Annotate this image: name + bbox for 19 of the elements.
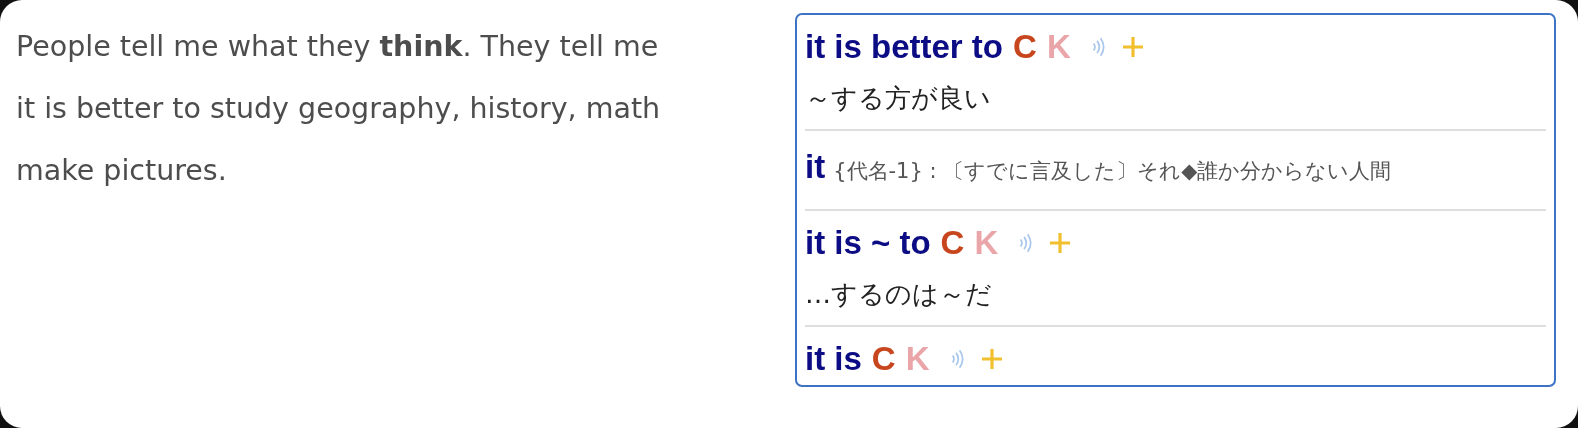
paragraph-line: it is better to study geography, history, math	[16, 91, 661, 127]
headword[interactable]: it is	[805, 340, 862, 378]
add-icon[interactable]	[1120, 35, 1145, 59]
add-icon[interactable]	[979, 347, 1004, 371]
sound-icon[interactable]	[949, 348, 964, 370]
sound-icon[interactable]	[1090, 36, 1105, 58]
dictionary-tag[interactable]: C	[871, 340, 896, 378]
paragraph-line: make pictures.	[16, 153, 227, 189]
headword[interactable]: it is better to	[805, 28, 1004, 66]
paragraph-line: People tell me what they think. They tell me	[16, 29, 659, 65]
meaning-text: …するのは～だ	[805, 278, 992, 311]
definition-text: {代名-1} : 〔すでに言及した〕それ◆誰か分からない人間	[833, 159, 1392, 183]
headword[interactable]: it is ~ to	[805, 224, 931, 262]
dictionary-tag[interactable]: C	[940, 224, 965, 262]
headword[interactable]: it	[805, 148, 826, 185]
dictionary-tag[interactable]: C	[1013, 28, 1037, 66]
add-icon[interactable]	[1048, 231, 1073, 255]
sound-icon[interactable]	[1018, 232, 1033, 254]
meaning-text: ～する方が良い	[805, 82, 991, 115]
